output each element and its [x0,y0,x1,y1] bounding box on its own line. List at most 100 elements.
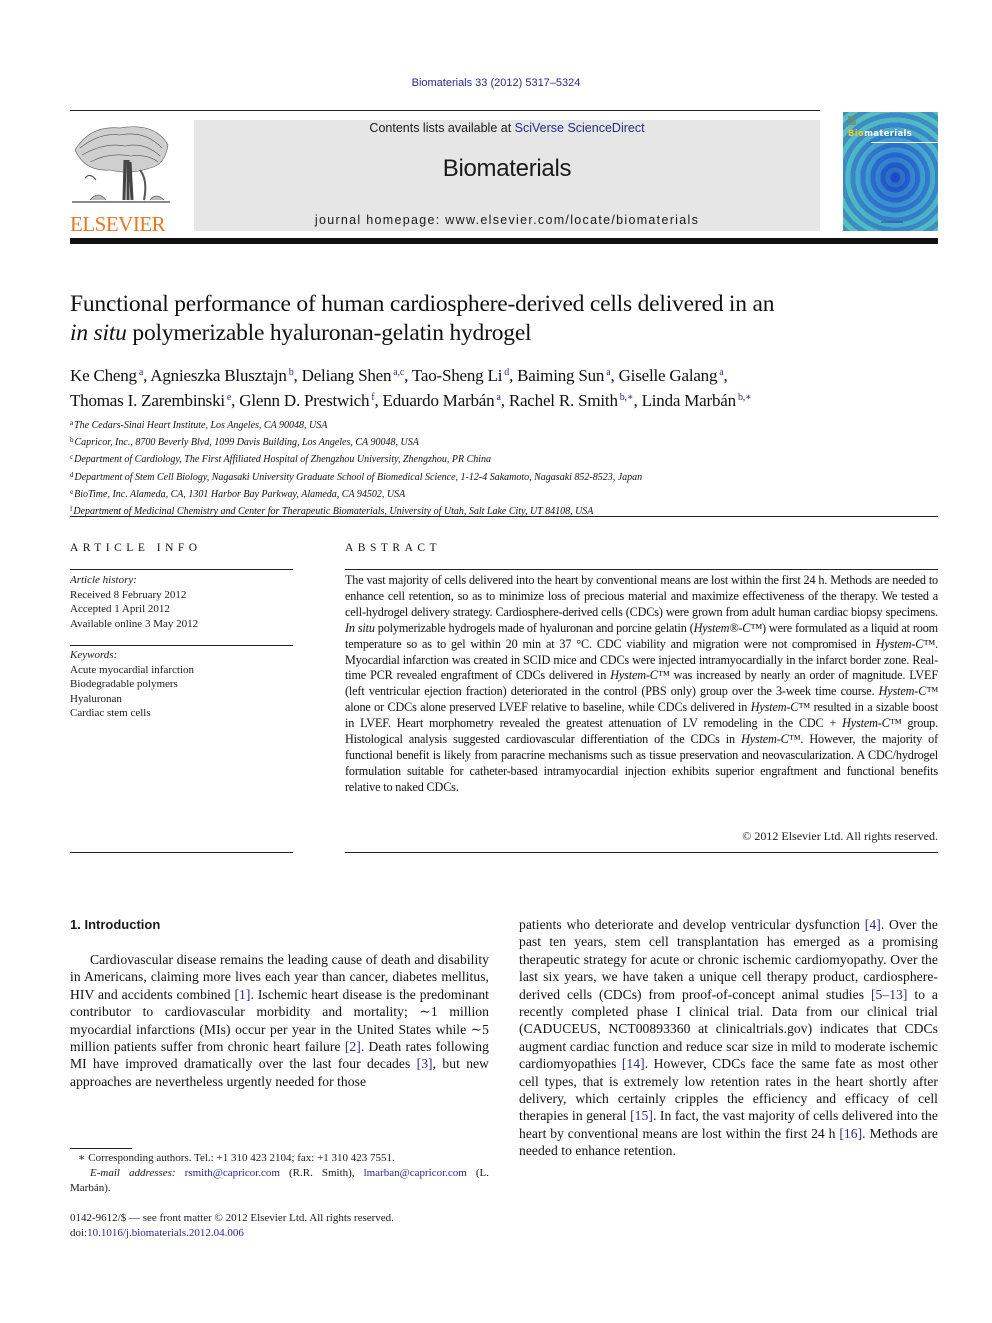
email-line: E-mail addresses: rsmith@capricor.com (R… [70,1166,489,1196]
homepage-prefix: journal homepage: [314,213,446,227]
author-affiliation-link[interactable]: b [289,367,294,378]
journal-header-box: Contents lists available at SciVerse Sci… [194,120,820,231]
article-info-bottom-rule [70,852,293,853]
citation-ref-link[interactable]: [1] [234,987,250,1002]
corresponding-footnote: ∗ Corresponding authors. Tel.: +1 310 42… [70,1151,489,1196]
citation-ref-link[interactable]: [15] [630,1108,653,1123]
doi-line: doi:10.1016/j.biomaterials.2012.04.006 [70,1226,489,1241]
affiliation-item: bCapricor, Inc., 8700 Beverly Blvd, 1099… [70,433,938,450]
cover-title: Biomaterials [848,129,912,139]
sciencedirect-link[interactable]: SciVerse ScienceDirect [515,121,645,135]
author-affiliation-link[interactable]: a [719,367,723,378]
author: Glenn D. Prestwich f [239,391,374,410]
italic-term: Hystem-C™ [878,684,938,699]
affiliation-list: aThe Cedars-Sinai Heart Institute, Los A… [70,416,938,519]
keyword-item: Cardiac stem cells [70,707,151,720]
author-name: Giselle Galang [618,366,718,385]
journal-cover-image[interactable]: Biomaterials [843,112,938,231]
email-link-marban[interactable]: lmarban@capricor.com [364,1167,467,1179]
author: Agnieszka Blusztajn b [150,366,293,385]
affiliation-text: Capricor, Inc., 8700 Beverly Blvd, 1099 … [74,437,419,449]
affiliation-text: Department of Stem Cell Biology, Nagasak… [74,471,643,483]
affiliation-key: b [70,436,74,445]
author-affiliation-link[interactable]: b,∗ [738,392,752,403]
author-name: Agnieszka Blusztajn [150,366,287,385]
citation-ref-link[interactable]: [16] [839,1126,862,1141]
header-top-rule [70,110,820,111]
author-name: Linda Marbán [641,391,737,410]
author-affiliation-link[interactable]: f [371,392,374,403]
citation-ref-link[interactable]: [5–13] [871,987,908,1002]
author: Ke Cheng a [70,366,143,385]
author: Tao-Sheng Li d [412,366,509,385]
title-italic: in situ [70,320,127,346]
italic-term: Hystem-C™ [741,732,801,747]
author-affiliation-link[interactable]: d [504,367,509,378]
italic-term: Hystem-C™ [610,668,670,683]
homepage-url[interactable]: www.elsevier.com/locate/biomaterials [445,213,699,227]
front-matter-line: 0142-9612/$ — see front matter © 2012 El… [70,1212,394,1224]
abstract-rule [345,569,938,570]
affiliation-key: e [70,487,74,496]
abstract-text: The vast majority of cells delivered int… [345,573,938,796]
title-line-2-rest: polymerizable hyaluronan-gelatin hydroge… [126,320,532,346]
author-affiliation-link[interactable]: e [227,392,231,403]
email-link-smith[interactable]: rsmith@capricor.com [185,1167,280,1179]
elsevier-wordmark: ELSEVIER [70,212,166,236]
author-affiliation-link[interactable]: a [139,367,143,378]
italic-term: Hystem-C™ [842,716,902,731]
email-label: E-mail addresses: [90,1167,176,1179]
keywords-block: Keywords: Acute myocardial infarction Bi… [70,648,293,721]
corresponding-line: ∗ Corresponding authors. Tel.: +1 310 42… [78,1152,395,1164]
accepted-date: Accepted 1 April 2012 [70,603,170,616]
citation-ref-link[interactable]: [3] [417,1056,433,1071]
keyword-item: Acute myocardial infarction [70,663,195,676]
cover-title-highlight: Bio [848,129,865,139]
author-affiliation-link[interactable]: a,c [393,367,404,378]
affiliation-item: dDepartment of Stem Cell Biology, Nagasa… [70,468,938,485]
abstract-copyright: © 2012 Elsevier Ltd. All rights reserved… [742,829,938,843]
author-affiliation-link[interactable]: b,∗ [620,392,634,403]
text-run: patients who deteriorate and develop ven… [519,917,865,932]
text-run: The vast majority of cells delivered int… [345,573,938,619]
journal-name: Biomaterials [442,155,572,182]
cover-publisher-icon [848,116,856,125]
received-date: Received 8 February 2012 [70,588,187,601]
author: Baiming Sun a [517,366,611,385]
doi-link[interactable]: 10.1016/j.biomaterials.2012.04.006 [87,1227,244,1239]
journal-citation[interactable]: Biomaterials 33 (2012) 5317–5324 [0,77,992,89]
affiliation-rule [70,516,938,517]
article-history: Article history: Received 8 February 201… [70,573,293,631]
citation-ref-link[interactable]: [14] [622,1056,645,1071]
elsevier-tree-icon [72,126,170,203]
author-name: Rachel R. Smith [508,391,618,410]
author: Rachel R. Smith b,∗ [509,391,634,410]
cover-rule [871,142,938,143]
affiliation-item: cDepartment of Cardiology, The First Aff… [70,450,938,467]
author-affiliation-link[interactable]: a [496,392,500,403]
text-run: polymerizable hydrogels made of hyaluron… [374,620,694,635]
cover-footer-mark [881,221,903,223]
doi-prefix: doi: [70,1227,88,1239]
elsevier-logo[interactable]: ELSEVIER [70,120,172,236]
header-thick-rule [70,238,938,244]
citation-link[interactable]: Biomaterials 33 (2012) 5317–5324 [412,77,581,89]
citation-ref-link[interactable]: [2] [345,1039,361,1054]
italic-term: Hystem-C™ [875,636,936,651]
keyword-item: Biodegradable polymers [70,678,178,691]
italic-term: In situ [345,620,375,635]
article-info-rule [70,569,293,570]
author-name: Deliang Shen [301,366,392,385]
author-name: Tao-Sheng Li [411,366,503,385]
affiliation-text: The Cedars-Sinai Heart Institute, Los An… [74,420,328,431]
citation-ref-link[interactable]: [4] [865,917,881,932]
author-affiliation-link[interactable]: a [606,367,610,378]
section-heading: 1. Introduction [70,917,161,932]
footnote-rule [70,1148,132,1149]
online-date: Available online 3 May 2012 [70,617,199,630]
author-name: Ke Cheng [70,366,137,385]
keyword-item: Hyaluronan [70,692,122,705]
keywords-label: Keywords: [70,649,118,661]
author-name: Thomas I. Zarembinski [70,391,225,410]
italic-term: Hystem®-C™ [693,620,763,635]
